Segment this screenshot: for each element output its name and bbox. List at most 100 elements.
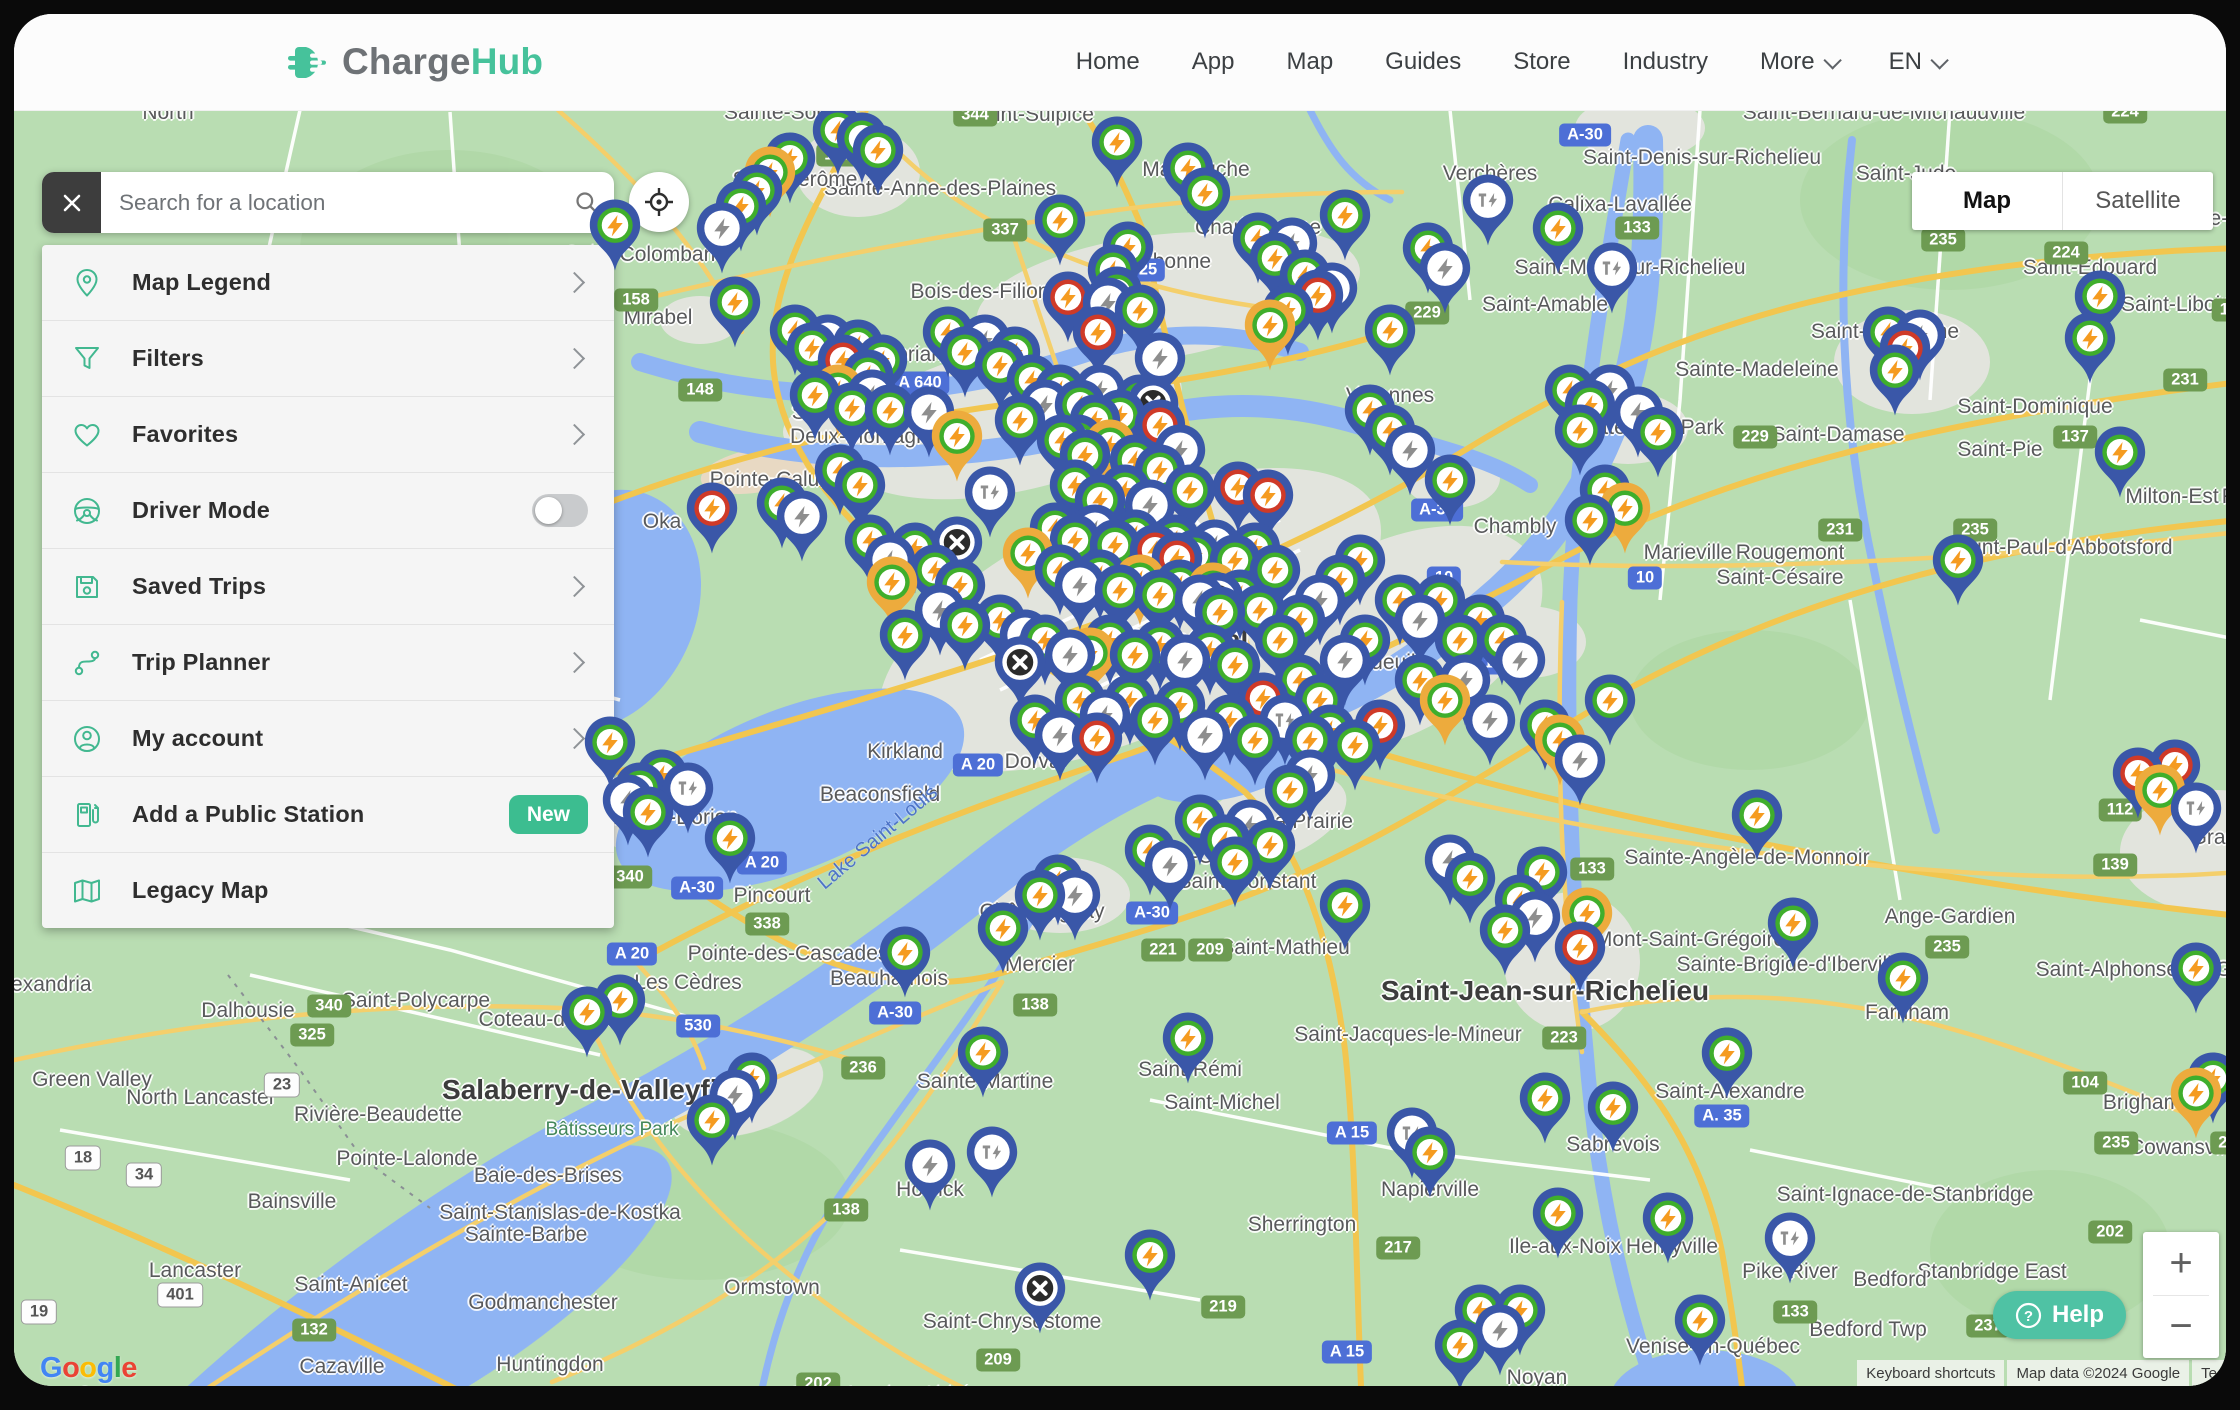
station-pin-g[interactable]	[1584, 1080, 1642, 1154]
top-navigation-bar: ChargeHub Home App Map Guides Store Industry M…	[14, 14, 2226, 111]
station-pin-g[interactable]	[1516, 1071, 1574, 1145]
map-label-town: Bois-des-Filion	[911, 280, 1050, 304]
station-pin-g[interactable]	[876, 925, 934, 999]
driver-mode-toggle[interactable]	[532, 494, 588, 527]
station-pin-g[interactable]	[701, 811, 759, 885]
sidebar-item-driver-mode[interactable]: Driver Mode	[42, 473, 614, 549]
nav-item-guides[interactable]: Guides	[1385, 48, 1461, 76]
station-pin-g[interactable]	[558, 985, 616, 1059]
station-pin-g[interactable]	[954, 1025, 1012, 1099]
station-pin-g[interactable]	[974, 901, 1032, 975]
station-pin-k[interactable]	[1416, 241, 1474, 315]
station-pin-k[interactable]	[901, 1138, 959, 1212]
save-icon	[70, 570, 104, 604]
sidebar-item-trip-planner[interactable]: Trip Planner	[42, 625, 614, 701]
help-button[interactable]: ? Help	[1993, 1291, 2126, 1339]
station-pin-k[interactable]	[1141, 838, 1199, 912]
chargehub-logo[interactable]: ChargeHub	[286, 39, 543, 85]
zoom-in-button[interactable]: +	[2143, 1232, 2219, 1295]
station-pin-k[interactable]	[1551, 733, 1609, 807]
chevron-right-icon	[567, 655, 588, 670]
station-pin-g[interactable]	[2167, 941, 2225, 1015]
help-icon: ?	[2015, 1302, 2042, 1329]
station-pin-g[interactable]	[1866, 343, 1924, 417]
sidebar-item-my-account[interactable]: My account	[42, 701, 614, 777]
station-pin-r[interactable]	[1551, 920, 1609, 994]
route-shield: 133	[1773, 1301, 1817, 1324]
nav-item-industry[interactable]: Industry	[1623, 48, 1708, 76]
station-pin-g[interactable]	[876, 608, 934, 682]
map-canvas[interactable]: NorthSainte-SophieSaint-SulpiceSaint-Ber…	[14, 110, 2226, 1386]
nav-item-en[interactable]: EN	[1889, 48, 1944, 76]
station-pin-g[interactable]	[1561, 493, 1619, 567]
station-pin-g[interactable]	[1639, 1191, 1697, 1265]
station-pin-g[interactable]	[706, 275, 764, 349]
station-pin-g[interactable]	[1529, 1186, 1587, 1260]
keyboard-shortcuts-link[interactable]: Keyboard shortcuts	[1857, 1360, 2004, 1386]
station-pin-g[interactable]	[1929, 533, 1987, 607]
station-pin-g[interactable]	[936, 598, 994, 672]
close-panel-button[interactable]	[42, 172, 101, 233]
map-label-town: Mont-Saint-Grégoire	[1595, 928, 1785, 952]
station-pin-g[interactable]	[586, 198, 644, 272]
chevron-down-icon	[1930, 51, 1948, 69]
station-pin-g[interactable]	[1698, 1026, 1756, 1100]
sidebar-item-saved-trips[interactable]: Saved Trips	[42, 549, 614, 625]
station-pin-g[interactable]	[1316, 878, 1374, 952]
zoom-out-button[interactable]: −	[2143, 1296, 2219, 1359]
station-pin-r[interactable]	[683, 481, 741, 555]
sidebar-item-favorites[interactable]: Favorites	[42, 397, 614, 473]
search-input[interactable]	[101, 172, 558, 233]
station-pin-g[interactable]	[1121, 1228, 1179, 1302]
sidebar-item-add-a-public-station[interactable]: Add a Public StationNew	[42, 777, 614, 853]
nav-item-label: Home	[1076, 48, 1140, 76]
station-pin-k[interactable]	[1461, 693, 1519, 767]
nav-item-app[interactable]: App	[1192, 48, 1235, 76]
station-pin-k[interactable]	[773, 489, 831, 563]
map-type-map-button[interactable]: Map	[1912, 172, 2062, 230]
sidebar-item-legacy-map[interactable]: Legacy Map	[42, 853, 614, 928]
station-pin-t[interactable]	[1761, 1211, 1819, 1285]
nav-item-home[interactable]: Home	[1076, 48, 1140, 76]
station-pin-g[interactable]	[2061, 311, 2119, 385]
station-pin-t[interactable]	[1583, 241, 1641, 315]
station-pin-g[interactable]	[1431, 1318, 1489, 1386]
station-pin-g[interactable]	[1476, 903, 1534, 977]
terms-link[interactable]: Te	[2192, 1360, 2226, 1386]
station-pin-g[interactable]	[1176, 166, 1234, 240]
station-pin-g[interactable]	[2091, 425, 2149, 499]
station-pin-x[interactable]	[1011, 1261, 1069, 1335]
nav-item-more[interactable]: More	[1760, 48, 1837, 76]
station-pin-g[interactable]	[1764, 896, 1822, 970]
sidebar-item-filters[interactable]: Filters	[42, 321, 614, 397]
station-pin-g[interactable]	[1629, 405, 1687, 479]
station-pin-t[interactable]	[2167, 781, 2225, 855]
station-pin-k[interactable]	[693, 201, 751, 275]
station-pin-g[interactable]	[1671, 1293, 1729, 1367]
station-pin-r[interactable]	[1068, 711, 1126, 785]
map-type-control: Map Satellite	[1912, 172, 2213, 230]
station-pin-g[interactable]	[1529, 201, 1587, 275]
station-pin-g[interactable]	[619, 785, 677, 859]
nav-item-store[interactable]: Store	[1513, 48, 1570, 76]
station-pin-g[interactable]	[1206, 835, 1264, 909]
station-pin-t[interactable]	[1459, 173, 1517, 247]
station-pin-t[interactable]	[963, 1125, 1021, 1199]
station-pin-y[interactable]	[1241, 298, 1299, 372]
station-pin-y[interactable]	[2167, 1066, 2225, 1140]
route-shield: 34	[126, 1163, 162, 1188]
station-pin-g[interactable]	[1401, 1125, 1459, 1199]
station-pin-g[interactable]	[1728, 788, 1786, 862]
google-logo[interactable]: Google	[40, 1352, 137, 1385]
station-pin-g[interactable]	[1159, 1011, 1217, 1085]
station-pin-g[interactable]	[1874, 951, 1932, 1025]
station-pin-g[interactable]	[1421, 453, 1479, 527]
station-pin-g[interactable]	[1088, 115, 1146, 189]
nav-item-map[interactable]: Map	[1286, 48, 1333, 76]
station-pin-g[interactable]	[1031, 193, 1089, 267]
sidebar-item-map-legend[interactable]: Map Legend	[42, 245, 614, 321]
station-pin-g[interactable]	[849, 123, 907, 197]
station-pin-g[interactable]	[1361, 303, 1419, 377]
station-pin-g[interactable]	[683, 1093, 741, 1167]
map-type-satellite-button[interactable]: Satellite	[2062, 172, 2213, 230]
